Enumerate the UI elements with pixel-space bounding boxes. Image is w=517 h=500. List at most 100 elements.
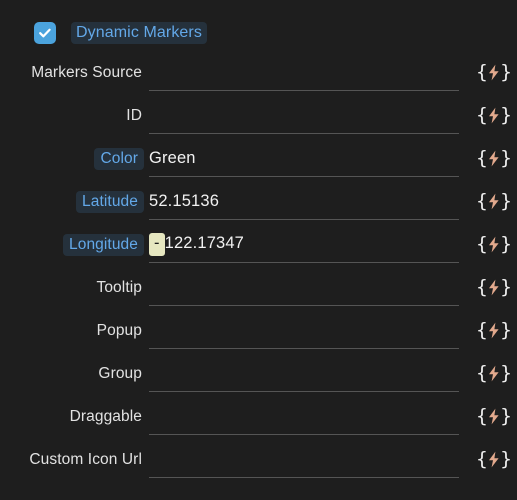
binding-toggle-button[interactable]: {} (471, 438, 517, 481)
field-label-cell: Latitude (0, 190, 144, 213)
field-row: Markers Source {} (0, 51, 517, 94)
brace-left-glyph: { (475, 448, 488, 470)
field-underline (149, 434, 459, 435)
field-input[interactable] (142, 94, 471, 137)
field-value: 52.15136 (142, 192, 219, 211)
field-label-cell: Popup (0, 322, 142, 340)
lightning-bolt-glyph (488, 193, 500, 210)
binding-toggle-button[interactable]: {} (471, 395, 517, 438)
binding-toggle-button[interactable]: {} (471, 352, 517, 395)
lightning-bolt-glyph (488, 365, 500, 382)
lightning-bolt-glyph (488, 451, 500, 468)
lightning-binding-icon: {} (476, 278, 512, 297)
brace-left-glyph: { (475, 233, 488, 255)
brace-left-glyph: { (475, 61, 488, 83)
lightning-binding-icon: {} (476, 321, 512, 340)
brace-right-glyph: } (500, 276, 513, 298)
field-underline (149, 90, 459, 91)
lightning-bolt-glyph (488, 279, 500, 296)
binding-toggle-button[interactable]: {} (471, 94, 517, 137)
field-row: Popup {} (0, 309, 517, 352)
field-input[interactable] (142, 51, 471, 94)
binding-toggle-button[interactable]: {} (471, 137, 517, 180)
binding-toggle-button[interactable]: {} (471, 266, 517, 309)
binding-toggle-button[interactable]: {} (471, 180, 517, 223)
field-label: Latitude (76, 190, 144, 213)
field-input[interactable] (142, 395, 471, 438)
field-input[interactable] (142, 352, 471, 395)
field-value: Green (142, 149, 196, 168)
lightning-binding-icon: {} (476, 192, 512, 211)
brace-right-glyph: } (500, 319, 513, 341)
lightning-bolt-glyph (488, 408, 500, 425)
lightning-binding-icon: {} (476, 235, 512, 254)
field-label: Markers Source (31, 63, 142, 81)
check-icon (39, 28, 51, 37)
binding-toggle-button[interactable]: {} (471, 223, 517, 266)
field-underline (149, 219, 459, 220)
brace-left-glyph: { (475, 190, 488, 212)
brace-right-glyph: } (500, 104, 513, 126)
field-input[interactable]: Green (142, 137, 471, 180)
lightning-binding-icon: {} (476, 364, 512, 383)
brace-right-glyph: } (500, 448, 513, 470)
binding-toggle-button[interactable]: {} (471, 51, 517, 94)
field-row: Draggable {} (0, 395, 517, 438)
field-label-cell: Longitude (0, 233, 144, 256)
binding-toggle-button[interactable]: {} (471, 309, 517, 352)
field-label: Tooltip (96, 278, 142, 296)
field-input[interactable] (142, 309, 471, 352)
lightning-bolt-glyph (488, 322, 500, 339)
field-input[interactable]: 52.15136 (142, 180, 471, 223)
lightning-bolt-glyph (488, 107, 500, 124)
dynamic-markers-checkbox[interactable] (34, 21, 56, 44)
field-underline (149, 176, 459, 177)
field-input[interactable] (142, 266, 471, 309)
field-value-highlight: - (149, 233, 165, 256)
field-label: Custom Icon Url (29, 450, 142, 468)
brace-right-glyph: } (500, 147, 513, 169)
field-underline (149, 477, 459, 478)
field-underline (149, 133, 459, 134)
field-value-text: 122.17347 (164, 234, 245, 253)
brace-left-glyph: { (475, 405, 488, 427)
brace-right-glyph: } (500, 61, 513, 83)
field-row: Color Green {} (0, 137, 517, 180)
field-underline (149, 262, 459, 263)
field-label: Popup (96, 321, 142, 339)
brace-left-glyph: { (475, 362, 488, 384)
brace-left-glyph: { (475, 319, 488, 341)
field-label-cell: Custom Icon Url (0, 451, 142, 469)
field-value: -122.17347 (142, 233, 245, 256)
field-value-text: 52.15136 (149, 192, 220, 210)
field-label: Group (98, 364, 142, 382)
lightning-binding-icon: {} (476, 450, 512, 469)
page-title: Dynamic Markers (71, 21, 207, 44)
lightning-bolt-glyph (488, 150, 500, 167)
brace-right-glyph: } (500, 233, 513, 255)
field-label: Draggable (69, 407, 142, 425)
lightning-bolt-glyph (488, 236, 500, 253)
brace-right-glyph: } (500, 362, 513, 384)
brace-right-glyph: } (500, 405, 513, 427)
lightning-binding-icon: {} (476, 149, 512, 168)
field-input[interactable] (142, 438, 471, 481)
lightning-bolt-glyph (488, 64, 500, 81)
field-row: Tooltip {} (0, 266, 517, 309)
field-input[interactable]: -122.17347 (142, 223, 471, 266)
brace-left-glyph: { (475, 276, 488, 298)
panel-header: Dynamic Markers (0, 0, 517, 48)
field-value-text: Green (149, 149, 196, 167)
field-row: Latitude 52.15136 {} (0, 180, 517, 223)
lightning-binding-icon: {} (476, 63, 512, 82)
field-label-cell: ID (0, 107, 142, 125)
dynamic-markers-panel: Dynamic Markers Markers Source{} ID{} Colo… (0, 0, 517, 500)
field-label-cell: Tooltip (0, 279, 142, 297)
field-label-cell: Draggable (0, 408, 142, 426)
field-label: Longitude (63, 233, 144, 256)
field-row: Longitude -122.17347 {} (0, 223, 517, 266)
lightning-binding-icon: {} (476, 407, 512, 426)
field-row: Group {} (0, 352, 517, 395)
field-rows: Markers Source{} ID{} Color Green{} Latitude… (0, 48, 517, 481)
field-label: Color (94, 147, 144, 170)
